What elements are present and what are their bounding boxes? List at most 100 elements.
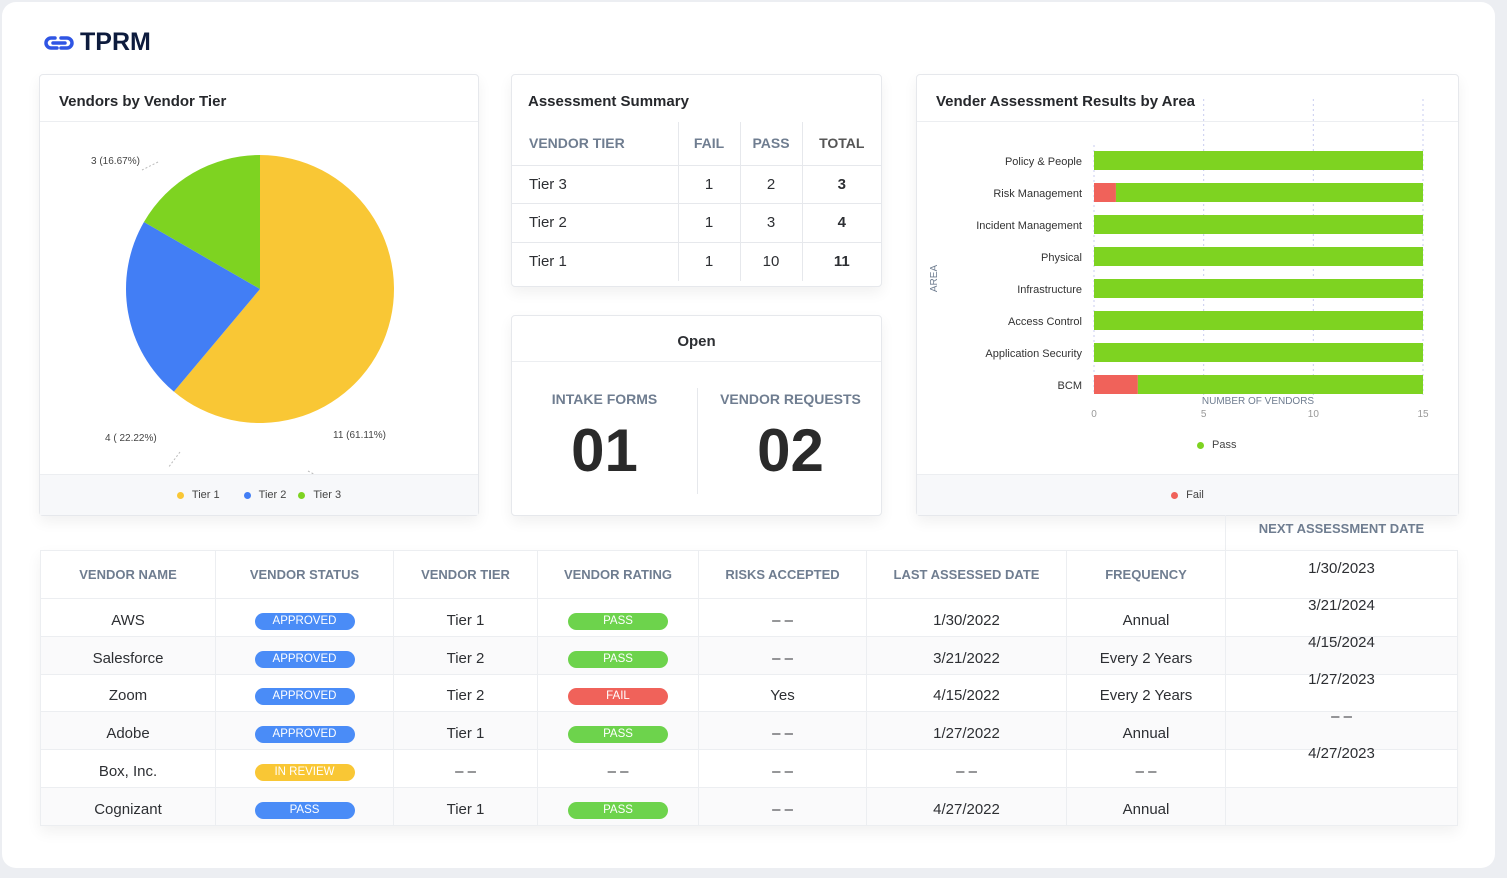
y-tick-label: Risk Management [993,188,1082,200]
intake-forms-label: INTAKE FORMS [551,391,658,407]
last-assessed-date: 4/15/2022 [866,673,1067,713]
pie-chart [126,155,394,474]
y-tick-label: Application Security [985,348,1082,360]
col-vendor-name[interactable]: VENDOR NAME [40,550,216,599]
status-badge: APPROVED [254,650,355,668]
rating-badge: PASS [568,801,668,819]
legend-tier2[interactable]: Tier 2 [243,489,286,501]
rating-badge: PASS [568,612,668,630]
last-assessed-date: 1/30/2022 [866,598,1067,637]
card-title: Assessment Summary [528,93,689,110]
vendor-tier: Tier 2 [393,673,538,713]
col-vendor-tier[interactable]: VENDOR TIER [393,550,538,599]
col-fail: FAIL [678,122,741,166]
x-axis-label: NUMBER OF VENDORS [1201,396,1315,407]
vendor-tier: Tier 1 [393,711,538,751]
legend-tier3[interactable]: Tier 3 [298,489,341,501]
col-total: TOTAL [802,122,881,166]
col-risks-accepted[interactable]: RISKS ACCEPTED [698,550,867,599]
bar-fail[interactable] [1094,375,1138,394]
last-assessed-date: 3/21/2022 [866,635,1067,675]
table-row: Tier 2134 [512,203,881,243]
risks-accepted: – – [698,749,867,788]
bar-pass[interactable] [1094,151,1423,170]
bar-pass[interactable] [1094,279,1423,298]
legend-pass[interactable]: Pass [1197,439,1236,451]
vendor-name[interactable]: Adobe [40,711,216,751]
table-row: Tier 3123 [512,165,881,204]
last-assessed-date: 1/27/2022 [866,711,1067,751]
assessment-summary-card: Assessment Summary VENDOR TIER FAIL PASS TO… [511,74,882,287]
col-vendor-status[interactable]: VENDOR STATUS [215,550,394,599]
bar-pass[interactable] [1094,343,1423,362]
y-tick-label: Access Control [1008,316,1082,328]
col-vendor-tier: VENDOR TIER [512,122,679,166]
bar-chart: 0 5 10 15 Policy & People Risk Management Inci… [976,99,1429,420]
status-badge: IN REVIEW [254,764,355,782]
table-row[interactable]: Cognizant PASS Tier 1 PASS – – 4/27/2022… [40,786,1458,826]
vendor-name[interactable]: Box, Inc. [40,749,216,788]
next-assessment-date: 1/30/2023 [1308,560,1375,577]
status-badge: APPROVED [254,688,355,706]
app-title: TPRM [80,28,151,56]
bar-pass[interactable] [1094,311,1423,330]
open-card: Open INTAKE FORMS 01 VENDOR REQUESTS 02 [511,315,882,516]
vendor-name[interactable]: Cognizant [40,786,216,826]
link-icon [44,35,74,50]
risks-accepted: – – [698,711,867,751]
vendor-name[interactable]: Zoom [40,673,216,713]
x-tick-label: 0 [1091,409,1097,420]
col-last-assessed-date[interactable]: LAST ASSESSED DATE [866,550,1067,599]
vendor-name[interactable]: AWS [40,598,216,637]
risks-accepted: Yes [698,673,867,713]
col-frequency[interactable]: FREQUENCY [1066,550,1226,599]
vendor-name[interactable]: Salesforce [40,635,216,675]
legend-fail[interactable]: Fail [1171,489,1204,501]
table-row: Tier 1 1 10 11 [512,242,881,281]
bar-legend: Fail [917,474,1458,515]
y-axis-label: AREA [929,264,941,293]
last-assessed-date: – – [866,749,1067,788]
status-badge: PASS [254,801,355,819]
col-next-assessment-date: NEXT ASSESSMENT DATE [1258,521,1425,536]
bar-pass[interactable] [1137,375,1423,394]
x-tick-label: 5 [1201,409,1207,420]
vendor-tier: – – [393,749,538,788]
frequency: Every 2 Years [1066,635,1226,675]
bar-fail[interactable] [1094,183,1116,202]
rating-badge: PASS [568,726,668,744]
next-assessment-date: 3/21/2024 [1308,597,1375,614]
app-logo[interactable]: TPRM [44,28,151,57]
col-pass: PASS [740,122,803,166]
status-badge: APPROVED [254,612,355,630]
next-assessment-date: 4/15/2024 [1308,634,1375,651]
risks-accepted: – – [698,635,867,675]
frequency: Annual [1066,598,1226,637]
bar-pass[interactable] [1094,247,1423,266]
summary-table: VENDOR TIER FAIL PASS TOTAL Tier 3123 Tier … [512,122,881,281]
rating-empty: – – [607,763,629,781]
next-assessment-date: 1/27/2023 [1308,671,1375,688]
vendor-tier: Tier 1 [393,786,538,826]
y-tick-label: BCM [1058,380,1082,392]
vendor-tier: Tier 2 [393,635,538,675]
intake-forms-count[interactable]: 01 [512,416,697,485]
x-tick-label: 10 [1308,409,1320,420]
bar-pass[interactable] [1115,183,1423,202]
vendor-requests-count[interactable]: 02 [698,416,883,485]
y-tick-label: Incident Management [976,220,1082,232]
frequency: Annual [1066,711,1226,751]
col-vendor-rating[interactable]: VENDOR RATING [537,550,699,599]
vendors-by-tier-card: Vendors by Vendor Tier 3 (16.67%) 4 ( 22… [39,74,479,516]
pie-leader-line [167,451,181,469]
vendor-tier: Tier 1 [393,598,538,637]
frequency: Annual [1066,786,1226,826]
vendor-requests-label: VENDOR REQUESTS [720,391,861,407]
x-tick-label: 15 [1417,409,1429,420]
bar-pass[interactable] [1094,215,1423,234]
pie-leader-line [141,161,159,171]
pie-label-tier1: 11 (61.11%) [333,430,386,441]
y-tick-label: Policy & People [1005,156,1082,168]
legend-tier1[interactable]: Tier 1 [176,489,220,501]
card-title: Open [677,333,716,350]
